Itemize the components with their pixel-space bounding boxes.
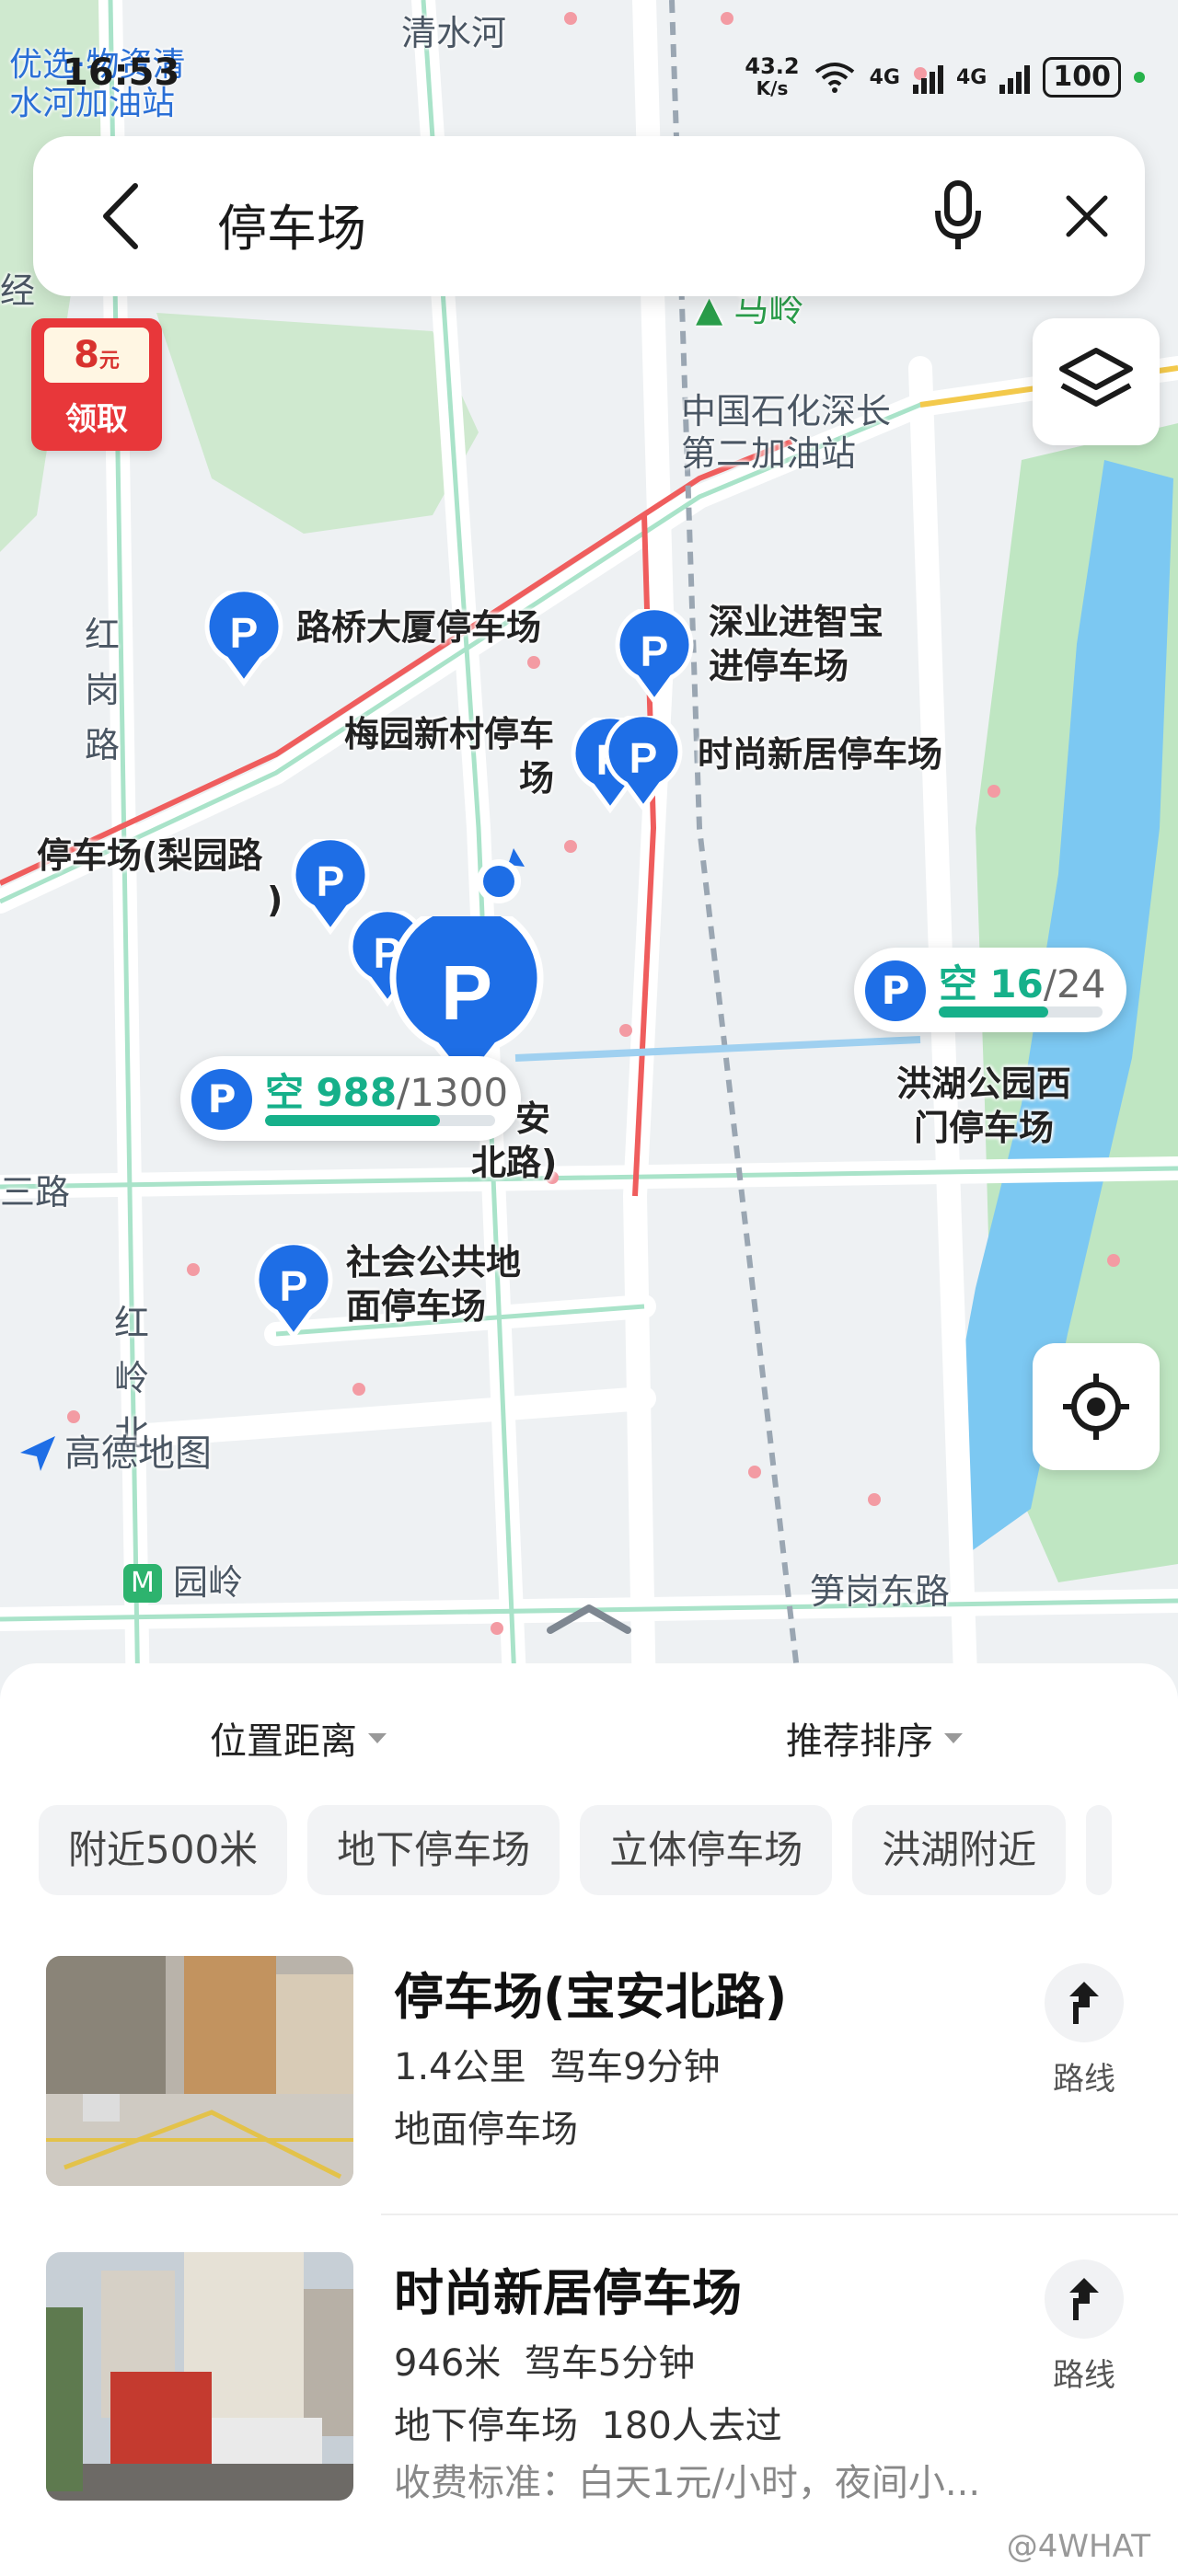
- availability-bubble-baoan[interactable]: P 空 988/1300: [180, 1056, 521, 1141]
- coupon-badge[interactable]: 8元 领取: [31, 318, 162, 451]
- sort-distance-dropdown[interactable]: 位置距离: [210, 1711, 387, 1765]
- result-title: 停车场(宝安北路): [394, 1968, 788, 2026]
- current-location-marker: [468, 845, 532, 909]
- battery-indicator: 100: [1043, 57, 1121, 98]
- route-button[interactable]: 路线: [1038, 2260, 1130, 2395]
- chevron-up-icon: [547, 1604, 631, 1634]
- map-label-yuanling: 园岭: [173, 1562, 244, 1603]
- map-label-sungang-east-road: 笋岗东路: [810, 1571, 951, 1612]
- pin-label-shishang: 时尚新居停车场: [698, 734, 943, 775]
- network-speed: 43.2 K/s: [745, 53, 800, 99]
- map-label-edge: 经: [0, 270, 36, 311]
- pin-label-baoan: 安北路): [471, 1098, 558, 1183]
- search-bar[interactable]: 停车场: [33, 136, 1145, 296]
- route-arrow-icon: [1069, 1982, 1099, 2024]
- voice-search-button[interactable]: [917, 175, 999, 258]
- crosshair-icon: [1063, 1374, 1129, 1440]
- result-title: 时尚新居停车场: [394, 2264, 742, 2322]
- pin-label-shehui: 社会公共地 面停车场: [346, 1242, 522, 1327]
- svg-text:P: P: [641, 627, 669, 675]
- map-label-honggang-road: 红岗路: [85, 615, 121, 765]
- status-time: 16:53: [63, 52, 180, 94]
- svg-text:P: P: [280, 1262, 308, 1310]
- filter-chip-multistorey[interactable]: 立体停车场: [580, 1805, 833, 1895]
- pin-label-shenye: 深业进智宝 进停车场: [709, 602, 884, 686]
- filter-chip-more[interactable]: [1086, 1805, 1113, 1895]
- svg-text:P: P: [317, 857, 345, 905]
- availability-bubble-honghu[interactable]: P 空 16/24: [854, 948, 1126, 1032]
- pin-label-meiyuan: 梅园新村停车场: [344, 714, 555, 799]
- svg-text:P: P: [230, 609, 259, 657]
- result-type: 地下停车场 180人去过: [394, 2405, 782, 2447]
- availability-bar: [265, 1115, 495, 1126]
- filter-chip-honghu[interactable]: 洪湖附近: [852, 1805, 1067, 1895]
- pin-label-honghu: 洪湖公园西 门停车场: [896, 1064, 1072, 1148]
- route-button[interactable]: 路线: [1038, 1963, 1130, 2099]
- status-dot: [1134, 72, 1145, 83]
- map-label-qingshuihe: 清水河: [401, 13, 507, 53]
- result-divider: [381, 2214, 1178, 2215]
- sim2-network-type: 4G: [956, 65, 987, 89]
- result-item[interactable]: 停车场(宝安北路) 1.4公里 驾车9分钟 地面停车场 路线: [44, 1956, 1149, 2195]
- map-label-third-road: 三路: [0, 1172, 71, 1213]
- caret-down-icon: [368, 1732, 387, 1743]
- svg-text:P: P: [629, 734, 658, 782]
- amap-logo: 高德地图: [17, 1432, 212, 1476]
- parking-pin-shishang[interactable]: P: [604, 712, 683, 812]
- parking-pin-shenye[interactable]: P: [615, 605, 694, 706]
- close-icon: [1066, 195, 1108, 237]
- sort-order-dropdown[interactable]: 推荐排序: [786, 1711, 963, 1765]
- microphone-icon: [935, 180, 981, 249]
- layers-button[interactable]: [1033, 318, 1160, 445]
- result-distance: 946米 驾车5分钟: [394, 2342, 696, 2385]
- watermark: @4WHAT: [1006, 2528, 1150, 2565]
- locate-me-button[interactable]: [1033, 1343, 1160, 1470]
- result-photo: [46, 1956, 353, 2186]
- availability-bar: [939, 1006, 1103, 1018]
- filter-chip-nearby[interactable]: 附近500米: [39, 1805, 288, 1895]
- map-label-sinopec: 中国石化深长 第二加油站: [681, 391, 892, 474]
- filter-chip-underground[interactable]: 地下停车场: [307, 1805, 560, 1895]
- sheet-handle[interactable]: [545, 1601, 633, 1641]
- result-item[interactable]: 时尚新居停车场 946米 驾车5分钟 地下停车场 180人去过 收费标准：白天1…: [44, 2252, 1149, 2510]
- parking-pin-luqiao[interactable]: P: [204, 587, 283, 687]
- layers-icon: [1059, 348, 1133, 407]
- route-arrow-icon: [1069, 2278, 1099, 2320]
- coupon-amount: 8元: [44, 328, 149, 383]
- pin-label-liyuan: 停车场(梨园路): [37, 835, 283, 920]
- chevron-left-icon: [103, 183, 138, 249]
- status-icons: 43.2 K/s 4G 4G 100: [745, 55, 1145, 99]
- back-button[interactable]: [87, 182, 155, 250]
- search-input[interactable]: 停车场: [217, 188, 366, 260]
- sim1-signal-icon: [913, 61, 943, 94]
- metro-icon: M: [123, 1564, 162, 1603]
- filter-chips: 附近500米 地下停车场 立体停车场 洪湖附近: [39, 1805, 1113, 1895]
- parking-pin-shehui[interactable]: P: [254, 1240, 333, 1340]
- result-distance: 1.4公里 驾车9分钟: [394, 2046, 721, 2088]
- amap-logo-icon: [20, 1436, 55, 1471]
- result-type: 地面停车场: [394, 2109, 578, 2151]
- svg-text:P: P: [441, 949, 492, 1036]
- caret-down-icon: [944, 1732, 963, 1743]
- parking-p-icon: P: [865, 960, 926, 1021]
- pin-label-luqiao: 路桥大厦停车场: [296, 607, 542, 648]
- clear-button[interactable]: [1053, 182, 1121, 250]
- coupon-claim-label: 领取: [65, 401, 128, 438]
- result-fee: 收费标准：白天1元/小时，夜间小...: [394, 2462, 981, 2504]
- parking-p-icon: P: [191, 1069, 252, 1130]
- sim2-signal-icon: [999, 61, 1031, 94]
- wifi-icon: [814, 63, 854, 93]
- result-photo: [46, 2252, 353, 2501]
- sim1-network-type: 4G: [869, 65, 900, 89]
- availability-text: 空 16/24: [939, 961, 1106, 1006]
